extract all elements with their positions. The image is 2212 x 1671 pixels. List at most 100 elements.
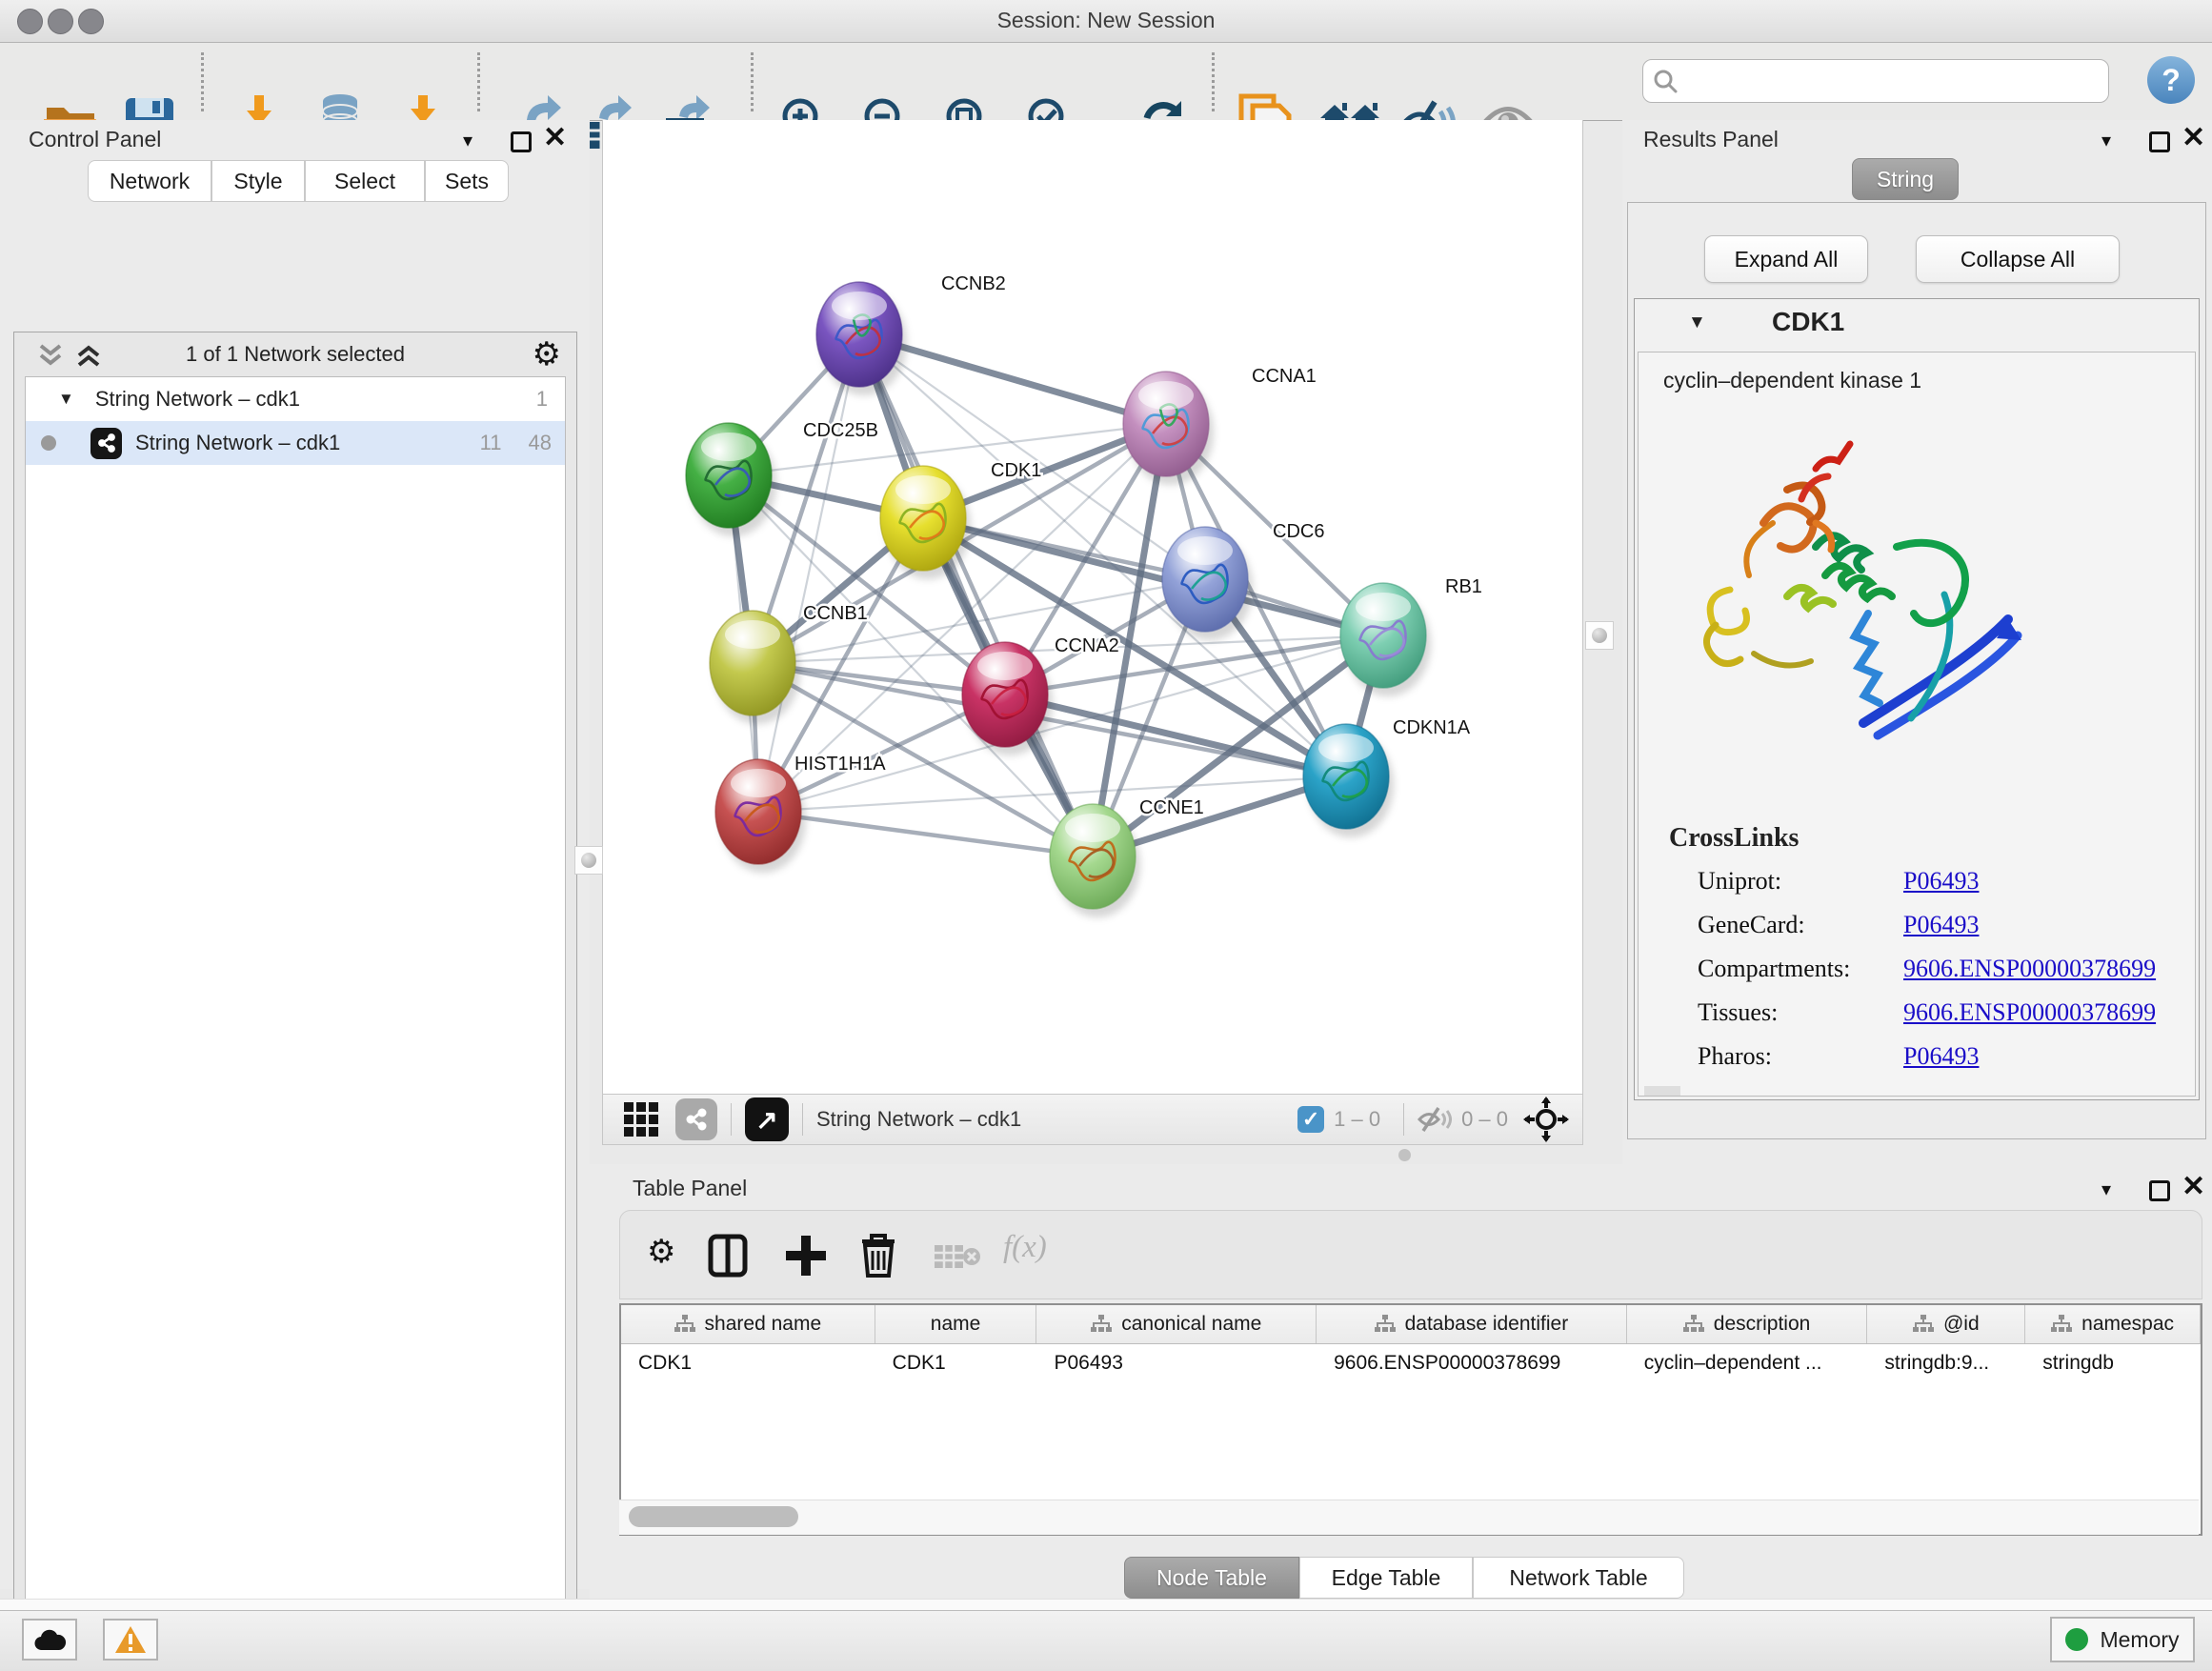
grid-view-icon[interactable] (624, 1102, 658, 1137)
table-cell[interactable]: stringdb (2025, 1344, 2201, 1382)
left-splitter-handle[interactable] (574, 846, 603, 875)
crosslink-row: Compartments:9606.ENSP00000378699 (1698, 955, 2156, 983)
crosslink-link[interactable]: P06493 (1903, 911, 1979, 939)
column-header-shared-name[interactable]: shared name (621, 1305, 875, 1343)
tab-select[interactable]: Select (305, 160, 425, 202)
network-node-ccna1[interactable]: CCNA1 (1123, 366, 1317, 485)
network-node-hist1h1a[interactable]: HIST1H1A (715, 754, 886, 873)
panel-menu-icon[interactable]: ▾ (463, 129, 473, 152)
network-collection-row[interactable]: ▼ String Network – cdk1 1 (26, 377, 565, 421)
cloud-status-button[interactable] (22, 1619, 77, 1661)
hidden-eye-slash-icon[interactable] (1418, 1106, 1452, 1133)
delete-table-icon[interactable] (933, 1241, 982, 1272)
crosshair-icon[interactable] (1523, 1097, 1569, 1142)
node-label-rb1: RB1 (1445, 576, 1482, 597)
tab-node-table[interactable]: Node Table (1124, 1557, 1299, 1599)
column-header-name[interactable]: name (875, 1305, 1037, 1343)
network-label: String Network – cdk1 (135, 431, 340, 455)
table-cell[interactable]: 9606.ENSP00000378699 (1317, 1344, 1627, 1382)
table-cell[interactable]: cyclin–dependent ... (1627, 1344, 1868, 1382)
results-scrollbar-stub[interactable] (1644, 1086, 1680, 1096)
tab-style[interactable]: Style (211, 160, 305, 202)
column-header-canonical-name[interactable]: canonical name (1036, 1305, 1317, 1343)
hidden-counter: 0 – 0 (1461, 1107, 1508, 1132)
tree-expand-icon[interactable]: ▼ (58, 390, 74, 409)
column-header-namespac[interactable]: namespac (2025, 1305, 2201, 1343)
window-title: Session: New Session (0, 8, 2212, 33)
crosslinks-heading: CrossLinks (1669, 823, 1799, 854)
network-node-ccna2[interactable]: CCNA2 (962, 635, 1119, 755)
gear-icon[interactable]: ⚙ (533, 338, 561, 371)
table-cell[interactable]: stringdb:9... (1867, 1344, 2025, 1382)
statusbar-separator (1403, 1103, 1404, 1136)
panel-menu-icon[interactable]: ▾ (2101, 129, 2111, 152)
close-panel-icon[interactable]: ✕ (2182, 128, 2205, 149)
node-label-cdk1: CDK1 (991, 460, 1041, 481)
close-panel-icon[interactable]: ✕ (2182, 1177, 2205, 1198)
open-in-new-window-icon[interactable]: ↗ (745, 1097, 789, 1141)
create-column-plus-icon[interactable] (784, 1234, 828, 1278)
scrollbar-thumb[interactable] (629, 1506, 798, 1527)
section-collapse-icon[interactable]: ▼ (1688, 312, 1706, 333)
network-node-rb1[interactable]: RB1 (1340, 576, 1482, 696)
table-row[interactable]: CDK1CDK1P064939606.ENSP00000378699cyclin… (621, 1344, 2201, 1382)
column-header-database-identifier[interactable]: database identifier (1317, 1305, 1627, 1343)
help-button[interactable]: ? (2147, 56, 2195, 104)
node-label-cdc6: CDC6 (1273, 521, 1324, 542)
table-cell[interactable]: P06493 (1036, 1344, 1317, 1382)
selected-counter: 1 – 0 (1334, 1107, 1380, 1132)
column-header--id[interactable]: @id (1867, 1305, 2025, 1343)
crosslink-link[interactable]: P06493 (1903, 867, 1979, 896)
crosslink-link[interactable]: 9606.ENSP00000378699 (1903, 998, 2156, 1027)
gene-section: ▼ CDK1 cyclin–dependent kinase 1 (1634, 298, 2200, 1100)
horizontal-splitter-handle[interactable] (1398, 1149, 1411, 1161)
network-node-ccnb1[interactable]: CCNB1 (710, 603, 868, 724)
tab-network[interactable]: Network (88, 160, 211, 202)
tab-string[interactable]: String (1852, 158, 1959, 200)
collapse-all-button[interactable]: Collapse All (1916, 235, 2120, 283)
expand-all-button[interactable]: Expand All (1704, 235, 1868, 283)
network-node-ccnb2[interactable]: CCNB2 (816, 273, 1006, 395)
table-body: CDK1CDK1P064939606.ENSP00000378699cyclin… (621, 1344, 2201, 1382)
table-horizontal-scrollbar[interactable] (619, 1500, 2199, 1535)
network-edge (758, 334, 859, 812)
panel-menu-icon[interactable]: ▾ (2101, 1178, 2111, 1201)
network-node-ccne1[interactable]: CCNE1 (1050, 797, 1204, 917)
warnings-button[interactable] (103, 1619, 158, 1661)
tab-sets[interactable]: Sets (425, 160, 509, 202)
float-panel-icon[interactable] (2149, 131, 2170, 152)
network-row-selected[interactable]: String Network – cdk1 11 48 (26, 421, 565, 465)
selected-checkbox-icon[interactable]: ✓ (1297, 1106, 1324, 1133)
memory-label: Memory (2100, 1627, 2179, 1653)
right-splitter-handle[interactable] (1585, 621, 1614, 650)
search-input[interactable] (1678, 68, 2108, 94)
crosslink-row: Tissues:9606.ENSP00000378699 (1698, 998, 2156, 1027)
memory-button[interactable]: Memory (2050, 1617, 2195, 1662)
show-columns-icon[interactable] (708, 1234, 748, 1278)
function-builder-icon[interactable]: f(x) (1003, 1230, 1047, 1265)
column-model-icon (674, 1315, 695, 1334)
network-selected-status: 1 of 1 Network selected (14, 342, 576, 367)
float-panel-icon[interactable] (2149, 1180, 2170, 1201)
crosslink-label: Compartments: (1698, 955, 1903, 983)
tab-network-table[interactable]: Network Table (1473, 1557, 1684, 1599)
table-cell[interactable]: CDK1 (621, 1344, 875, 1382)
crosslink-label: Tissues: (1698, 998, 1903, 1027)
float-panel-icon[interactable] (511, 131, 532, 152)
delete-column-trash-icon[interactable] (858, 1232, 898, 1279)
crosslink-label: GeneCard: (1698, 911, 1903, 939)
close-panel-icon[interactable]: ✕ (543, 128, 567, 149)
table-settings-gear-icon[interactable]: ⚙ (647, 1236, 675, 1268)
tab-edge-table[interactable]: Edge Table (1299, 1557, 1473, 1599)
table-panel: Table Panel ▾ ✕ ⚙ f(x) (590, 1164, 2212, 1599)
network-node-cdc6[interactable]: CDC6 (1162, 521, 1324, 640)
table-cell[interactable]: CDK1 (875, 1344, 1037, 1382)
crosslink-link[interactable]: P06493 (1903, 1042, 1979, 1071)
column-header-description[interactable]: description (1627, 1305, 1868, 1343)
column-model-icon (1375, 1315, 1396, 1334)
network-node-cdkn1a[interactable]: CDKN1A (1303, 717, 1471, 837)
node-label-ccna1: CCNA1 (1252, 366, 1317, 387)
crosslink-link[interactable]: 9606.ENSP00000378699 (1903, 955, 2156, 983)
network-canvas[interactable]: CCNB2CCNA1CDC25BCDK1CDC6RB1CCNB1CCNA2CDK… (602, 120, 1583, 1094)
network-overview-icon[interactable] (675, 1098, 717, 1140)
